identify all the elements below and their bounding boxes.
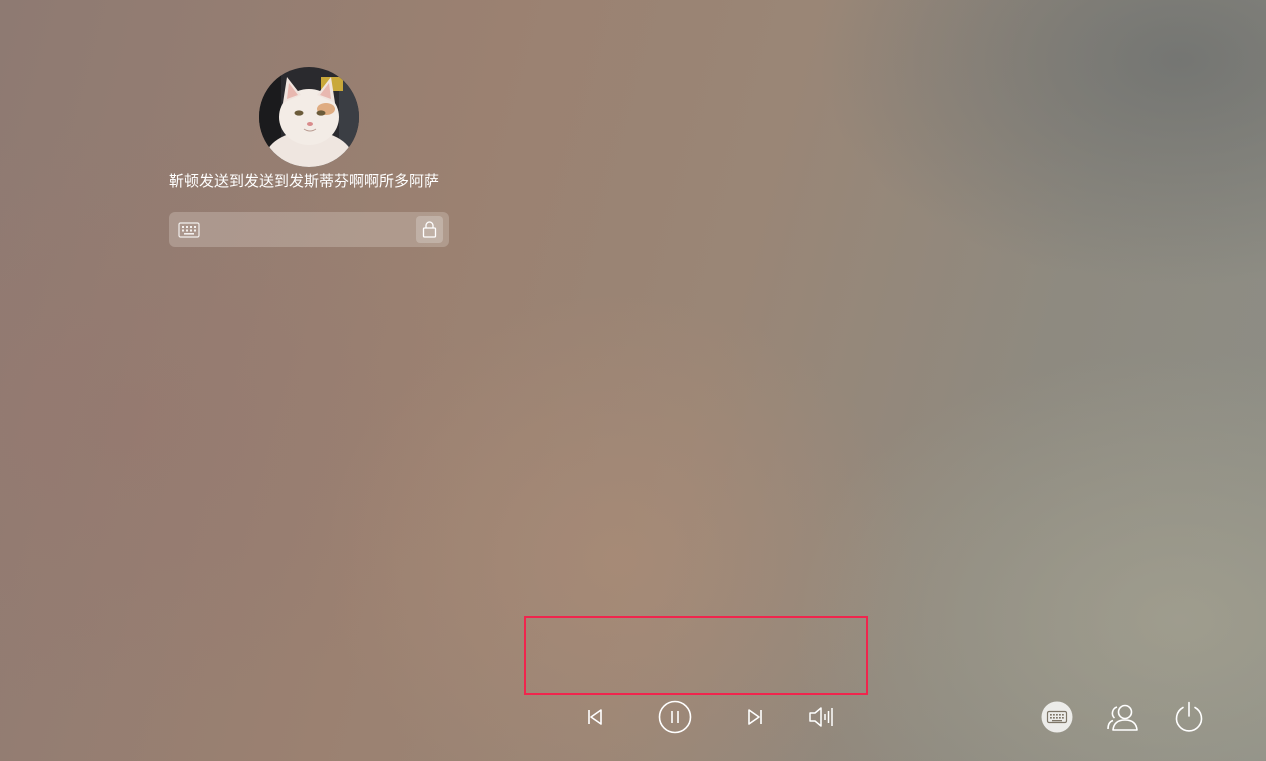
pause-icon — [658, 700, 692, 734]
volume-icon — [809, 707, 833, 727]
keyboard-icon — [1041, 701, 1073, 733]
power-button[interactable] — [1172, 700, 1206, 734]
previous-button[interactable] — [584, 706, 606, 728]
power-icon — [1175, 701, 1203, 732]
play-pause-button[interactable] — [658, 700, 692, 734]
highlight-box — [524, 616, 868, 695]
user-avatar[interactable] — [259, 67, 359, 167]
keyboard-icon[interactable] — [178, 222, 200, 238]
username-label: 靳顿发送到发送到发斯蒂芬啊啊所多阿萨 — [169, 172, 440, 190]
switch-user-button[interactable] — [1106, 702, 1140, 732]
keyboard-layout-button[interactable] — [1041, 701, 1073, 733]
skip-previous-icon — [588, 709, 602, 725]
skip-next-icon — [748, 709, 762, 725]
next-button[interactable] — [744, 706, 766, 728]
volume-button[interactable] — [808, 705, 836, 729]
users-icon — [1107, 704, 1138, 731]
lock-icon — [422, 221, 437, 238]
cat-avatar — [259, 67, 359, 167]
password-input[interactable] — [207, 216, 411, 245]
unlock-button[interactable] — [416, 216, 443, 243]
password-field[interactable] — [169, 212, 449, 247]
